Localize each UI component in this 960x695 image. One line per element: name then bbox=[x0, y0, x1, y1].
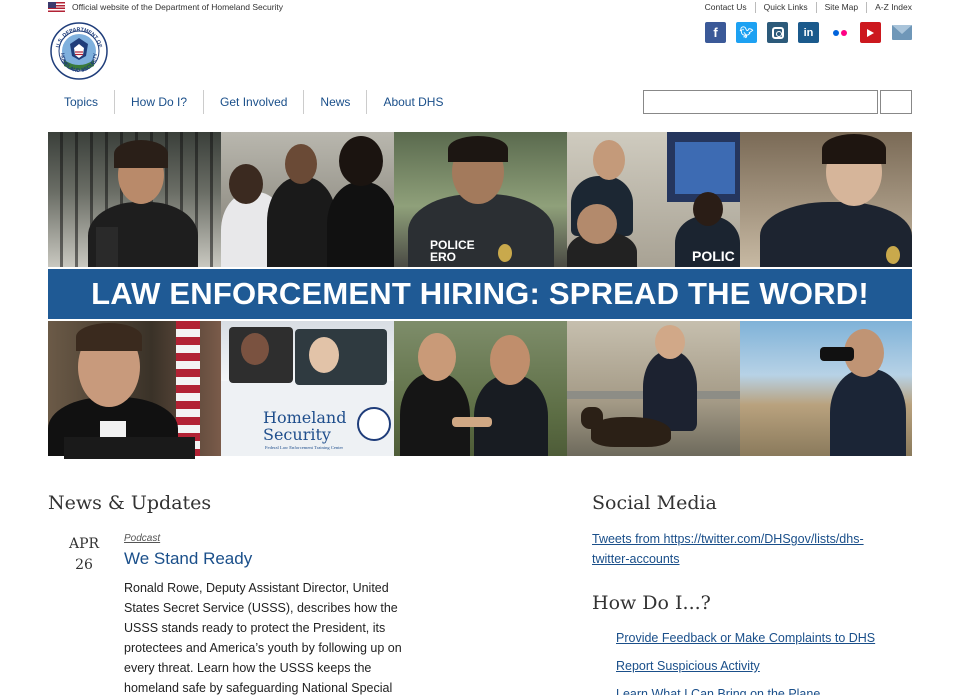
top-utility-bar: Official website of the Department of Ho… bbox=[48, 2, 912, 16]
banner-photo-vehicle: Homeland Security Federal Law Enforcemen… bbox=[221, 321, 394, 456]
official-website-text: Official website of the Department of Ho… bbox=[72, 2, 284, 12]
banner-photo-officer-briefing bbox=[221, 132, 394, 267]
banner-photo-classroom: POLIC bbox=[567, 132, 740, 267]
vehicle-text-security: Security bbox=[263, 425, 331, 444]
twitter-icon[interactable]: 🐦︎ bbox=[736, 22, 757, 43]
vest-text-ero: ERO bbox=[430, 250, 457, 264]
contact-us-link[interactable]: Contact Us bbox=[697, 2, 755, 13]
youtube-icon[interactable] bbox=[860, 22, 881, 43]
banner-photo-row-top: POLICE ERO POLIC bbox=[48, 132, 912, 267]
banner-photo-agents-phone bbox=[394, 321, 567, 456]
linkedin-icon[interactable]: in bbox=[798, 22, 819, 43]
flickr-icon[interactable] bbox=[829, 22, 850, 43]
main-nav: Topics How Do I? Get Involved News About… bbox=[48, 90, 459, 114]
nav-how-do-i[interactable]: How Do I? bbox=[114, 90, 203, 114]
banner-photo-row-bottom: Homeland Security Federal Law Enforcemen… bbox=[48, 321, 912, 456]
news-item-date: APR 26 bbox=[64, 534, 104, 576]
facebook-icon[interactable]: f bbox=[705, 22, 726, 43]
news-item-title[interactable]: We Stand Ready bbox=[124, 549, 252, 569]
instagram-icon[interactable] bbox=[767, 22, 788, 43]
banner-photo-border-binoculars bbox=[740, 321, 912, 456]
nav-news[interactable]: News bbox=[303, 90, 366, 114]
banner-photo-ero-officer: POLICE ERO bbox=[394, 132, 567, 267]
news-item-body: Ronald Rowe, Deputy Assistant Director, … bbox=[124, 581, 402, 695]
redaction-bar bbox=[64, 437, 195, 459]
utility-links: Contact Us Quick Links Site Map A-Z Inde… bbox=[697, 2, 912, 13]
social-icons: f 🐦︎ in bbox=[705, 22, 912, 43]
how-do-i-link-feedback[interactable]: Provide Feedback or Make Complaints to D… bbox=[616, 629, 875, 657]
news-updates-heading: News & Updates bbox=[48, 492, 212, 514]
news-item-type[interactable]: Podcast bbox=[124, 533, 160, 544]
news-item-month: APR bbox=[68, 536, 100, 552]
search-input[interactable] bbox=[643, 90, 878, 114]
vest-text-polic: POLIC bbox=[692, 248, 735, 264]
social-media-heading: Social Media bbox=[592, 492, 717, 514]
how-do-i-link-report[interactable]: Report Suspicious Activity bbox=[616, 657, 875, 685]
banner-photo-k9-officer bbox=[567, 321, 740, 456]
how-do-i-heading: How Do I...? bbox=[592, 592, 711, 614]
nav-get-involved[interactable]: Get Involved bbox=[203, 90, 303, 114]
dhs-seal-logo[interactable]: U.S. DEPARTMENT OF HOMELAND SECURITY bbox=[50, 22, 108, 80]
hero-banner[interactable]: POLICE ERO POLIC LAW ENFORCEMENT HIRING:… bbox=[48, 132, 912, 456]
nav-about-dhs[interactable]: About DHS bbox=[366, 90, 459, 114]
vehicle-text-homeland: Homeland bbox=[263, 408, 347, 427]
site-map-link[interactable]: Site Map bbox=[815, 2, 867, 13]
news-item-day: 26 bbox=[75, 557, 93, 573]
vehicle-text-fletc: Federal Law Enforcement Training Center bbox=[265, 445, 344, 450]
search-button[interactable] bbox=[880, 90, 912, 114]
banner-photo-cbp-officer bbox=[740, 132, 912, 267]
vehicle-seal-icon bbox=[357, 407, 391, 441]
how-do-i-list: Provide Feedback or Make Complaints to D… bbox=[616, 629, 875, 695]
a-z-index-link[interactable]: A-Z Index bbox=[866, 2, 912, 13]
banner-photo-officer-gate bbox=[48, 132, 221, 267]
us-flag-icon bbox=[48, 2, 65, 12]
official-website-notice: Official website of the Department of Ho… bbox=[48, 2, 283, 12]
banner-headline-band: LAW ENFORCEMENT HIRING: SPREAD THE WORD! bbox=[48, 267, 912, 321]
banner-headline: LAW ENFORCEMENT HIRING: SPREAD THE WORD! bbox=[91, 276, 869, 311]
nav-topics[interactable]: Topics bbox=[48, 90, 114, 114]
how-do-i-link-plane[interactable]: Learn What I Can Bring on the Plane bbox=[616, 685, 875, 695]
email-icon[interactable] bbox=[891, 22, 912, 43]
quick-links-link[interactable]: Quick Links bbox=[754, 2, 816, 13]
tweets-link[interactable]: Tweets from https://twitter.com/DHSgov/l… bbox=[592, 529, 892, 569]
banner-photo-secret-service-agent bbox=[48, 321, 221, 456]
